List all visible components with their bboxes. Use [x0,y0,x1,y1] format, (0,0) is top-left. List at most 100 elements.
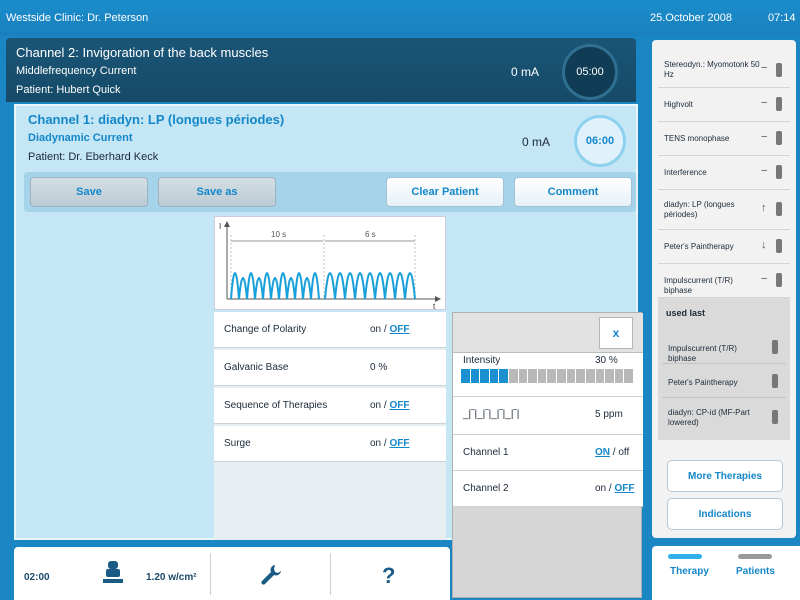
intensity-slider[interactable] [461,369,633,383]
used-last-item[interactable]: Peter's Paintherapy [662,368,786,398]
intensity-segment [470,369,480,383]
divider [210,553,211,595]
used-last-label: Impulscurrent (T/R) biphase [668,344,737,363]
save-button[interactable]: Save [30,177,148,207]
therapy-label: TENS monophase [664,134,730,143]
arrow-up-icon[interactable]: ↑ [761,202,767,214]
setting-change-of-polarity[interactable]: Change of Polarity on / OFF [214,312,446,348]
electrode-icon[interactable] [102,559,124,590]
intensity-segment [537,369,547,383]
setting-toggle[interactable]: on / OFF [370,324,409,335]
clinic-name: Westside Clinic: Dr. Peterson [6,12,149,24]
therapy-slider-icon[interactable] [772,410,778,424]
clear-patient-button[interactable]: Clear Patient [386,177,504,207]
toggle-off[interactable]: OFF [389,400,409,411]
setting-sequence-of-therapies[interactable]: Sequence of Therapies on / OFF [214,388,446,424]
setting-toggle[interactable]: on / OFF [370,400,409,411]
toggle-off[interactable]: OFF [389,438,409,449]
therapy-label: Highvolt [664,100,693,109]
bottom-toolbar: 02:00 1.20 w/cm² ? [14,547,450,600]
tab-indicator-active [668,554,702,559]
intensity-segment [461,369,470,383]
main-tabs: Therapy Patients [652,546,800,600]
therapy-slider-icon[interactable] [776,131,782,145]
therapy-slider-icon[interactable] [776,239,782,253]
intensity-segment [566,369,576,383]
intensity-segment [614,369,624,383]
help-icon[interactable]: ? [382,563,395,589]
therapy-label: Peter's Paintherapy [664,242,734,251]
save-as-button[interactable]: Save as [158,177,276,207]
intensity-segment [624,369,633,383]
therapy-slider-icon[interactable] [776,97,782,111]
toggle-on[interactable]: on [595,483,606,494]
intensity-density: 1.20 w/cm² [146,572,197,583]
therapy-mark-icon: − [761,97,768,109]
toggle-on[interactable]: on [370,400,381,411]
setting-label: Sequence of Therapies [224,400,328,411]
used-last-item[interactable]: diadyn: CP-id (MF-Part lowered) [662,402,786,436]
toggle-on[interactable]: on [370,324,381,335]
therapy-mark-icon: − [761,62,768,74]
channel-1-timer[interactable]: 06:00 [574,115,626,167]
setting-toggle[interactable]: on / OFF [370,438,409,449]
channel-2-toggle[interactable]: on / OFF [595,483,634,494]
therapy-slider-icon[interactable] [776,165,782,179]
arrow-down-icon[interactable]: ↓ [761,239,767,251]
used-last-title: used last [666,308,706,318]
therapy-item[interactable]: Peter's Paintherapy ↓ [658,230,790,264]
channel-1-current: Diadynamic Current [28,132,133,144]
pattern-row[interactable]: _|‾|_|‾|_|‾|_|‾| 5 ppm [453,397,643,435]
intensity-row[interactable]: Intensity 30 % [453,353,643,397]
therapy-slider-icon[interactable] [772,374,778,388]
therapy-item[interactable]: Stereodyn.: Myomotonk 50 Hz − [658,54,790,88]
therapy-slider-icon[interactable] [776,273,782,287]
more-therapies-button[interactable]: More Therapies [667,460,783,492]
intensity-segment [585,369,595,383]
intensity-segment [509,369,518,383]
time-display: 07:14 [768,12,796,24]
channel-2-toggle-row[interactable]: Channel 2 on / OFF [453,471,643,507]
tab-therapy[interactable]: Therapy [670,566,709,577]
therapy-slider-icon[interactable] [776,202,782,216]
therapy-item[interactable]: Highvolt − [658,88,790,122]
toggle-on[interactable]: ON [595,447,610,458]
used-last-label: diadyn: CP-id (MF-Part lowered) [668,408,750,427]
period-label-1: 10 s [271,230,286,239]
channel-1-toggle-row[interactable]: Channel 1 ON / off [453,435,643,471]
channel-1-title: Channel 1: diadyn: LP (longues périodes) [28,112,285,127]
axis-t-label: t [433,302,436,311]
therapy-slider-icon[interactable] [776,63,782,77]
setting-label: Change of Polarity [224,324,307,335]
pattern-label: _|‾|_|‾|_|‾|_|‾| [463,409,520,420]
therapy-item[interactable]: Interference − [658,156,790,190]
indications-button[interactable]: Indications [667,498,783,530]
toggle-on[interactable]: on [370,438,381,449]
action-toolbar: Save Save as Clear Patient Comment [24,172,636,212]
setting-galvanic-base[interactable]: Galvanic Base 0 % [214,350,446,386]
tab-indicator [738,554,772,559]
channel-1-label: Channel 1 [463,447,509,458]
therapy-item[interactable]: TENS monophase − [658,122,790,156]
tab-patients[interactable]: Patients [736,566,775,577]
used-last-item[interactable]: Impulscurrent (T/R) biphase [662,334,786,364]
intensity-label: Intensity [463,355,501,366]
channel-2-panel[interactable]: Channel 2: Invigoration of the back musc… [6,38,636,102]
therapy-item[interactable]: Impulscurrent (T/R) biphase − [658,264,790,298]
setting-surge[interactable]: Surge on / OFF [214,426,446,462]
channel-2-current: Middlefrequency Current [16,65,137,77]
therapy-slider-icon[interactable] [772,340,778,354]
comment-button[interactable]: Comment [514,177,632,207]
therapy-item[interactable]: diadyn: LP (longues périodes) ↑ [658,190,790,230]
close-button[interactable]: x [599,317,633,349]
therapy-label: Interference [664,168,707,177]
wrench-icon[interactable] [260,563,282,590]
channel-1-toggle[interactable]: ON / off [595,447,629,458]
channel-2-label: Channel 2 [463,483,509,494]
toggle-off[interactable]: OFF [389,324,409,335]
intensity-segment [547,369,557,383]
channel-2-timer[interactable]: 05:00 [562,44,618,100]
toggle-off[interactable]: OFF [614,483,634,494]
date-display: 25.October 2008 [650,12,732,24]
toggle-off[interactable]: off [618,447,629,458]
